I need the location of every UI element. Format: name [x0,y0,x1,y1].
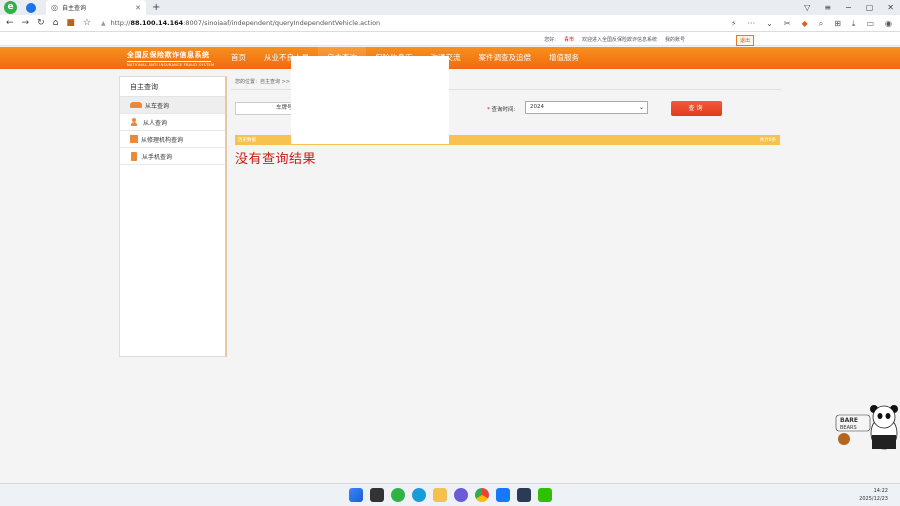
home-icon[interactable]: ⌂ [53,18,59,28]
welcome-text: 欢迎进入全国反保险欺诈信息系统 [581,37,657,43]
browser-360-icon[interactable] [391,488,405,502]
dropdown-icon[interactable]: ⌄ [766,19,773,28]
query-time-select[interactable]: 2024 ⌄ [525,101,648,114]
sidebar-toggle-icon[interactable]: ▭ [866,19,874,28]
wechat-icon[interactable] [538,488,552,502]
new-tab-icon[interactable]: + [152,2,160,13]
sidebar-title: 自主查询 [120,77,225,97]
sidebar-item-repair-shop[interactable]: 从修理机构查询 [120,131,225,148]
panda-mascot-icon: BARE BEARS [835,405,898,450]
game-icon[interactable]: ◆ [802,19,808,28]
browser-tab-bar: e ◎ 自主查询 ✕ + ▽ ≡ − ▢ ✕ [0,0,900,15]
phone-icon [131,151,137,161]
chrome-icon[interactable] [475,488,489,502]
car-icon [130,102,142,108]
person-icon [130,118,140,126]
search-icon[interactable]: ⌕ [819,19,823,29]
query-time-label: * 查询时间: [487,107,516,113]
close-window-icon[interactable]: ✕ [887,3,894,12]
close-tab-icon[interactable]: ✕ [135,4,141,12]
edge-icon[interactable] [412,488,426,502]
lightning-icon[interactable]: ⚡ [731,19,737,28]
breadcrumb: 您的位置：自主查询 >> [235,79,290,85]
app-dark-icon[interactable] [517,488,531,502]
back-icon[interactable]: ← [6,18,14,28]
utility-bar: 您好: 青市 欢迎进入全国反保险欺诈信息系统 我的账号 退出 [0,32,900,46]
my-account-link[interactable]: 我的账号 [665,36,685,43]
folder-icon[interactable] [433,488,447,502]
reload-icon[interactable]: ↻ [37,18,45,28]
menu-icon[interactable]: ≡ [824,3,831,12]
chevron-down-icon: ⌄ [638,104,644,111]
search-button[interactable]: 查询 [671,101,722,116]
windows-taskbar: 14:22 2025/12/23 [0,483,900,506]
exit-button[interactable]: 退出 [735,35,754,46]
sidebar-item-vehicle[interactable]: 从车查询 [120,97,225,114]
browser-logo-icon[interactable]: e [4,1,17,14]
apps-icon[interactable]: ⊞ [834,19,841,28]
nav-case-investigation[interactable]: 案件调查及追偿 [470,47,541,69]
building-icon [130,135,138,143]
extension-icon[interactable]: ■ [66,18,75,28]
site-logo[interactable]: 全国反保险欺诈信息系统 NATIONAL ANTI INSURANCE FRAU… [127,50,214,67]
search-app-icon[interactable] [454,488,468,502]
nav-value-added[interactable]: 增值服务 [540,47,588,69]
tab-title: 自主查询 [61,5,86,12]
globe-icon: ◎ [51,3,58,12]
redaction-block [291,56,449,144]
shield-icon[interactable]: ▽ [804,3,810,12]
start-icon[interactable] [349,488,363,502]
result-count: 共计0条 [759,138,776,143]
profile-icon[interactable]: ◉ [885,19,892,28]
sidebar-item-person[interactable]: 从人查询 [120,114,225,131]
svg-text:BARE: BARE [840,417,858,424]
url-field[interactable]: ▲ http://88.100.14.164:8007/sinoiaaf/ind… [101,17,380,29]
site-header: 全国反保险欺诈信息系统 NATIONAL ANTI INSURANCE FRAU… [0,47,900,69]
app-blue-icon[interactable] [496,488,510,502]
greeting-text: 您好: [544,37,556,43]
favorite-icon[interactable]: ☆ [83,18,91,28]
not-secure-icon: ▲ [100,19,106,27]
scissors-icon[interactable]: ✂ [784,19,791,28]
city-text: 青市 [563,37,574,43]
no-result-message: 没有查询结果 [235,152,317,167]
svg-text:BEARS: BEARS [840,425,857,431]
sidebar-item-phone[interactable]: 从手机查询 [120,148,225,165]
taskbar-clock[interactable]: 14:22 2025/12/23 [859,487,888,503]
nav-home[interactable]: 首页 [222,47,255,69]
taskview-icon[interactable] [370,488,384,502]
browser-tab[interactable]: ◎ 自主查询 ✕ [46,0,146,15]
sidebar: 自主查询 从车查询 从人查询 从修理机构查询 从手机查询 [119,76,227,357]
download-icon[interactable]: ⤓ [852,19,856,29]
result-title: 历史数据 [238,138,256,143]
window-controls: ▽ ≡ − ▢ ✕ [804,0,894,15]
forward-icon[interactable]: → [22,18,30,28]
maximize-icon[interactable]: ▢ [866,3,874,12]
minimize-icon[interactable]: − [845,3,852,12]
browser-workspace-icon[interactable] [26,2,36,13]
address-bar: ← → ↻ ⌂ ■ ☆ ▲ http://88.100.14.164:8007/… [0,15,900,32]
more-icon[interactable]: ··· [748,19,756,28]
